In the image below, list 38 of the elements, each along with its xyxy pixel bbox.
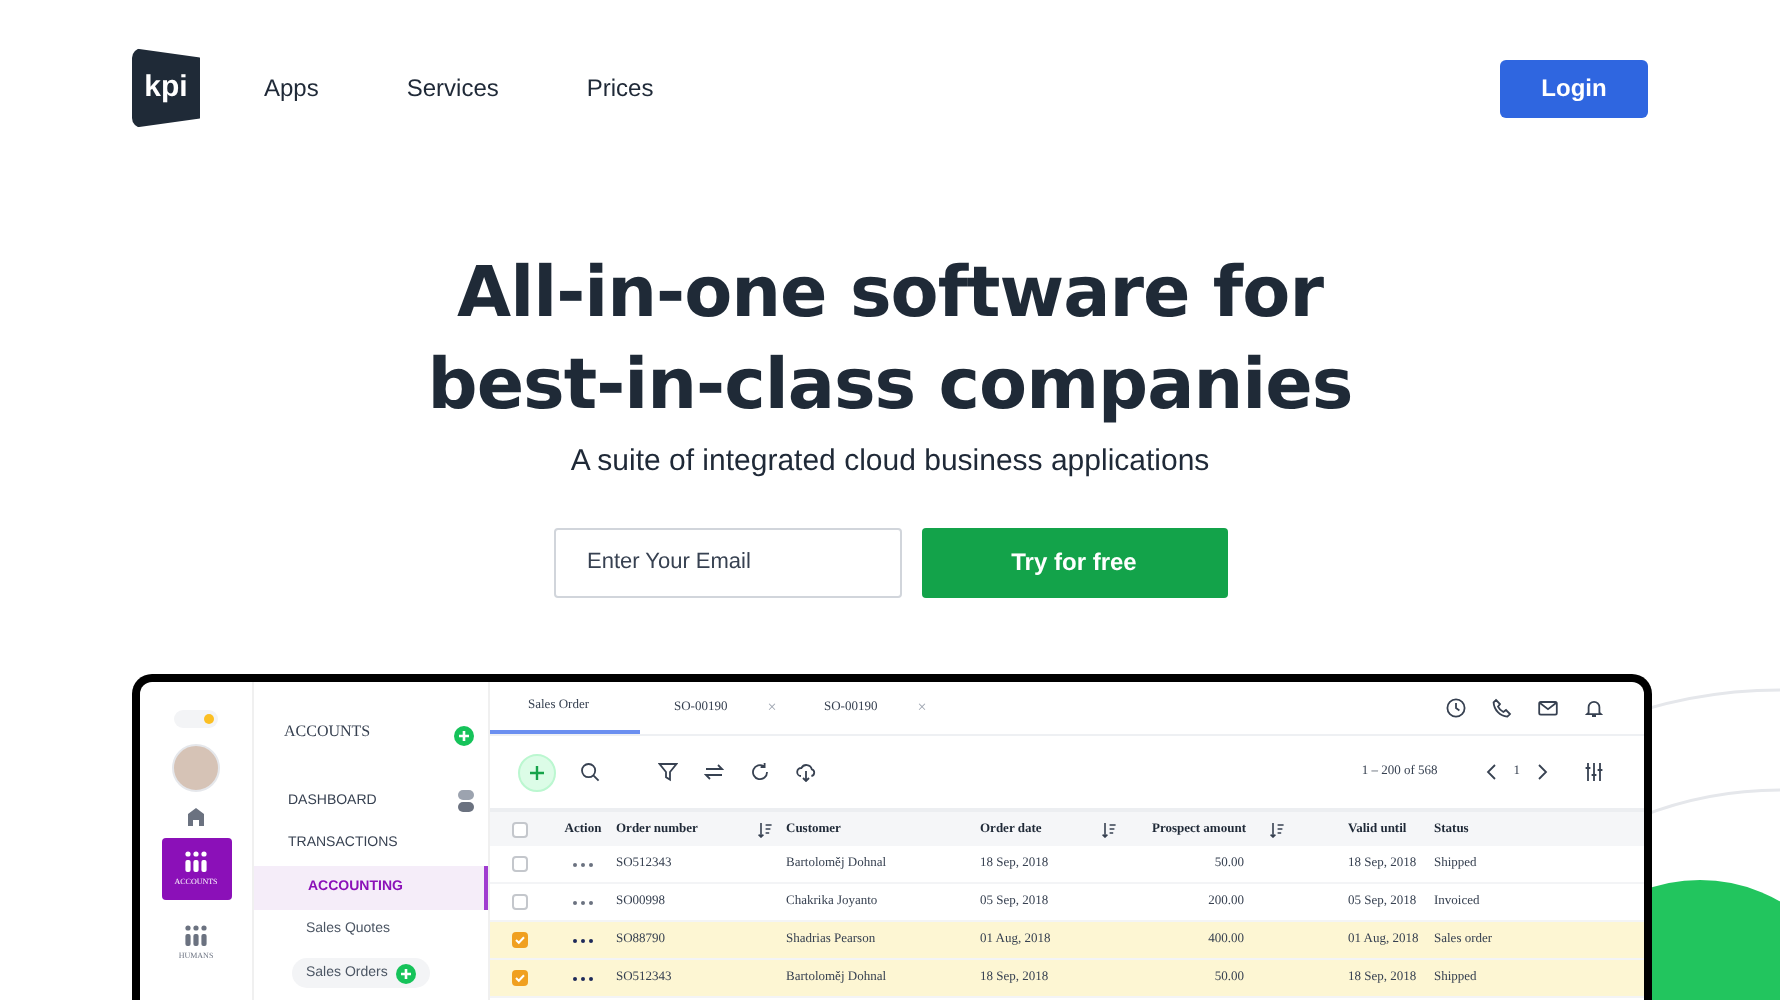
chevron-left-icon[interactable] <box>1481 762 1502 782</box>
sliders-icon[interactable] <box>1584 762 1604 782</box>
bell-icon[interactable] <box>1584 698 1604 718</box>
theme-toggle[interactable] <box>174 710 218 728</box>
swap-icon[interactable] <box>704 762 724 782</box>
hero-subtitle: A suite of integrated cloud business applications <box>570 442 1210 482</box>
home-icon[interactable] <box>186 806 206 826</box>
checkbox[interactable] <box>512 970 528 986</box>
plus-icon <box>528 763 546 781</box>
email-field[interactable]: Enter Your Email <box>553 527 901 597</box>
checkbox[interactable] <box>512 821 528 837</box>
checkbox[interactable] <box>512 894 528 910</box>
more-icon[interactable] <box>572 975 594 981</box>
filter-icon[interactable] <box>658 762 678 782</box>
more-icon[interactable] <box>572 937 594 943</box>
clock-icon[interactable] <box>1446 698 1466 718</box>
logo[interactable]: kpi <box>132 48 200 128</box>
phone-icon[interactable] <box>1492 698 1512 718</box>
nav-link[interactable]: Services <box>406 70 499 106</box>
grid-icon <box>184 924 208 946</box>
checkbox[interactable] <box>512 932 528 948</box>
add-button[interactable] <box>518 753 556 791</box>
sort-icon[interactable] <box>1101 821 1116 837</box>
grid-icon <box>184 850 208 872</box>
sidebar-title: ACCOUNTS <box>284 720 371 744</box>
checkbox[interactable] <box>512 856 528 872</box>
login-button[interactable]: Login <box>1500 59 1648 117</box>
toggle-icon[interactable] <box>458 790 474 813</box>
search-icon[interactable] <box>580 762 600 782</box>
chevron-right-icon[interactable] <box>1532 762 1552 782</box>
nav-link[interactable]: Apps <box>264 70 319 106</box>
mail-icon[interactable] <box>1538 698 1558 718</box>
sort-icon[interactable] <box>757 821 772 837</box>
hero-title: All-in-one software for best-in-class companies <box>427 252 1353 430</box>
sort-icon[interactable] <box>1270 821 1284 837</box>
nav-link[interactable]: Prices <box>586 70 654 106</box>
refresh-icon[interactable] <box>750 762 770 782</box>
cloud-download-icon[interactable] <box>796 762 816 782</box>
